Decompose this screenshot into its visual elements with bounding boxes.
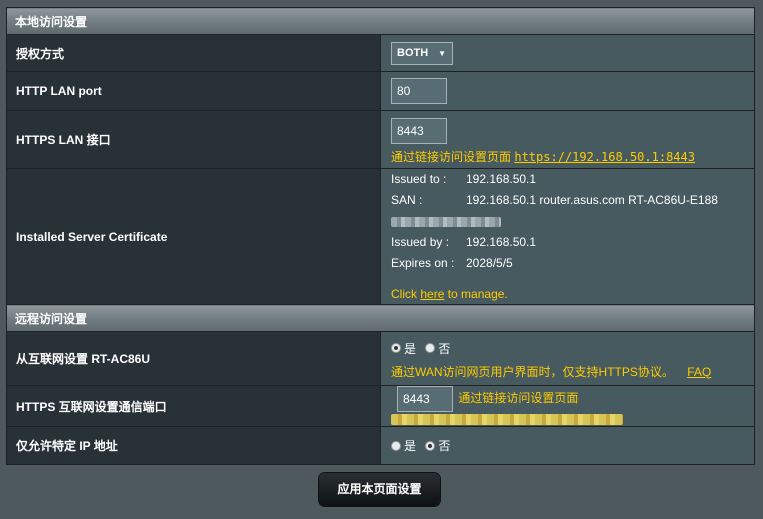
issued-by-key: Issued by : [391,235,450,249]
local-access-panel: 本地访问设置 授权方式 BOTH ▼ HTTP LAN port 80 HTTP… [6,7,755,306]
https-lan-port-input[interactable]: 8443 [391,118,447,144]
dropdown-arrow-icon: ▼ [438,48,446,58]
redacted-blur [391,414,623,426]
manage-suffix: to manage. [447,287,508,301]
auth-method-label: 授权方式 [6,34,381,72]
http-lan-port-input[interactable]: 80 [391,78,447,104]
issued-to-value: 192.168.50.1 [466,172,537,186]
remote-access-panel: 远程访问设置 从互联网设置 RT-AC86U 是 否 通过WAN访问网页用户界面… [6,304,755,465]
expires-on-value: 2028/5/5 [466,256,513,270]
https-lan-hint: 通过链接访问设置页面 [391,150,512,164]
https-wan-hint: 通过链接访问设置页面 [458,391,579,406]
wan-no-label: 否 [438,341,451,356]
https-wan-port-input[interactable]: 8443 [397,386,453,412]
server-cert-label: Installed Server Certificate [6,168,381,306]
wan-access-label: 从互联网设置 RT-AC86U [6,331,381,386]
allow-specific-ip-label: 仅允许特定 IP 地址 [6,426,381,465]
http-lan-port-label: HTTP LAN port [6,71,381,111]
faq-link[interactable]: FAQ [687,365,711,379]
settings-page: 本地访问设置 授权方式 BOTH ▼ HTTP LAN port 80 HTTP… [0,0,763,519]
auth-method-select[interactable]: BOTH ▼ [391,41,453,65]
wan-https-note: 通过WAN访问网页用户界面时，仅支持HTTPS协议。 [391,364,674,379]
issued-to-key: Issued to : [391,172,447,186]
https-wan-port-label: HTTPS 互联网设置通信端口 [6,385,381,427]
https-lan-port-label: HTTPS LAN 接口 [6,110,381,169]
manage-here-link[interactable]: here [420,287,444,301]
auth-method-value: BOTH [397,46,429,59]
local-access-header: 本地访问设置 [6,7,755,35]
wan-yes-label: 是 [404,341,417,356]
redacted-blur [391,216,501,227]
ip-no-label: 否 [438,439,451,453]
wan-access-no-radio[interactable] [425,343,436,353]
manage-prefix: Click [391,287,417,301]
issued-by-value: 192.168.50.1 [466,235,537,249]
ip-yes-label: 是 [404,439,417,453]
remote-access-header: 远程访问设置 [6,304,755,332]
allow-ip-no-radio[interactable] [425,440,436,451]
expires-on-key: Expires on : [391,256,455,270]
apply-settings-button[interactable]: 应用本页面设置 [319,473,440,506]
https-lan-url-link[interactable]: https://192.168.50.1:8443 [514,150,695,164]
san-key: SAN : [391,193,423,207]
san-value: 192.168.50.1 router.asus.com RT-AC86U-E1… [466,193,718,207]
allow-ip-yes-radio[interactable] [391,440,401,451]
server-cert-info: Issued to : 192.168.50.1 SAN : 192.168.50.… [380,168,755,306]
wan-access-yes-radio[interactable] [391,343,401,353]
